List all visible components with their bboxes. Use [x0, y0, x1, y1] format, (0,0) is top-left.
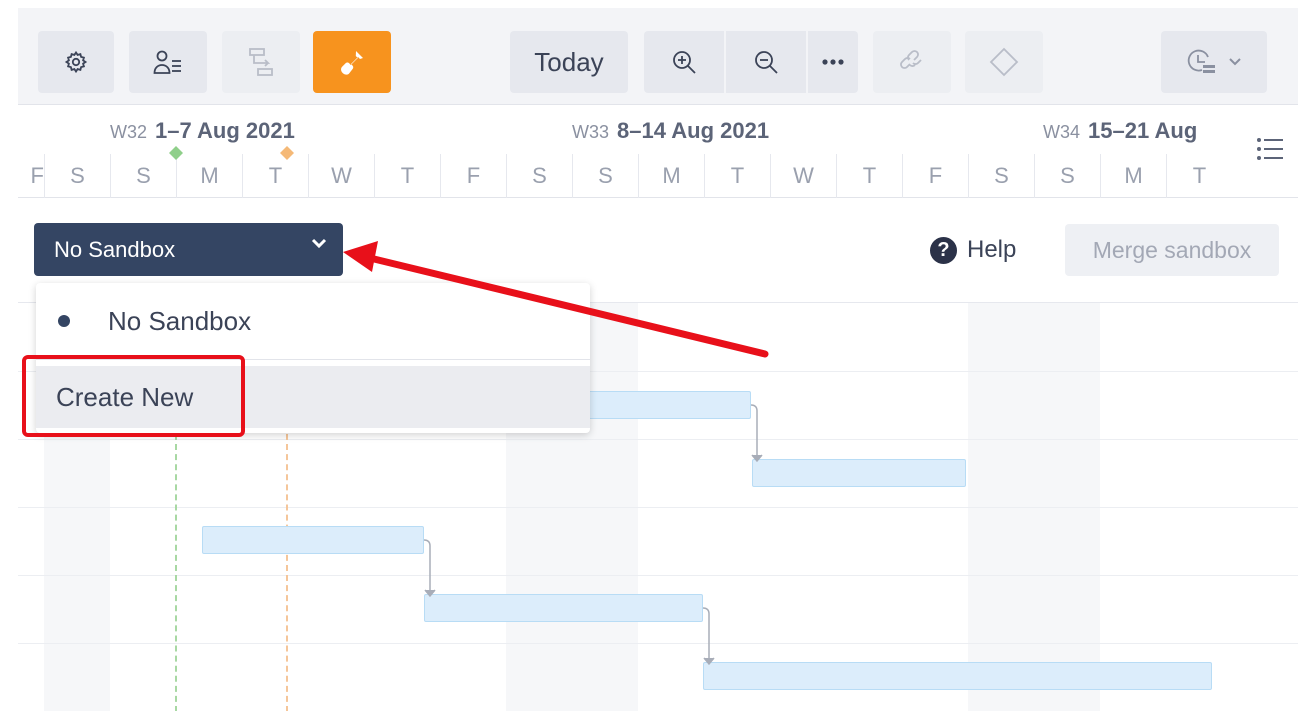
annotation-arrow-icon: [343, 241, 769, 358]
